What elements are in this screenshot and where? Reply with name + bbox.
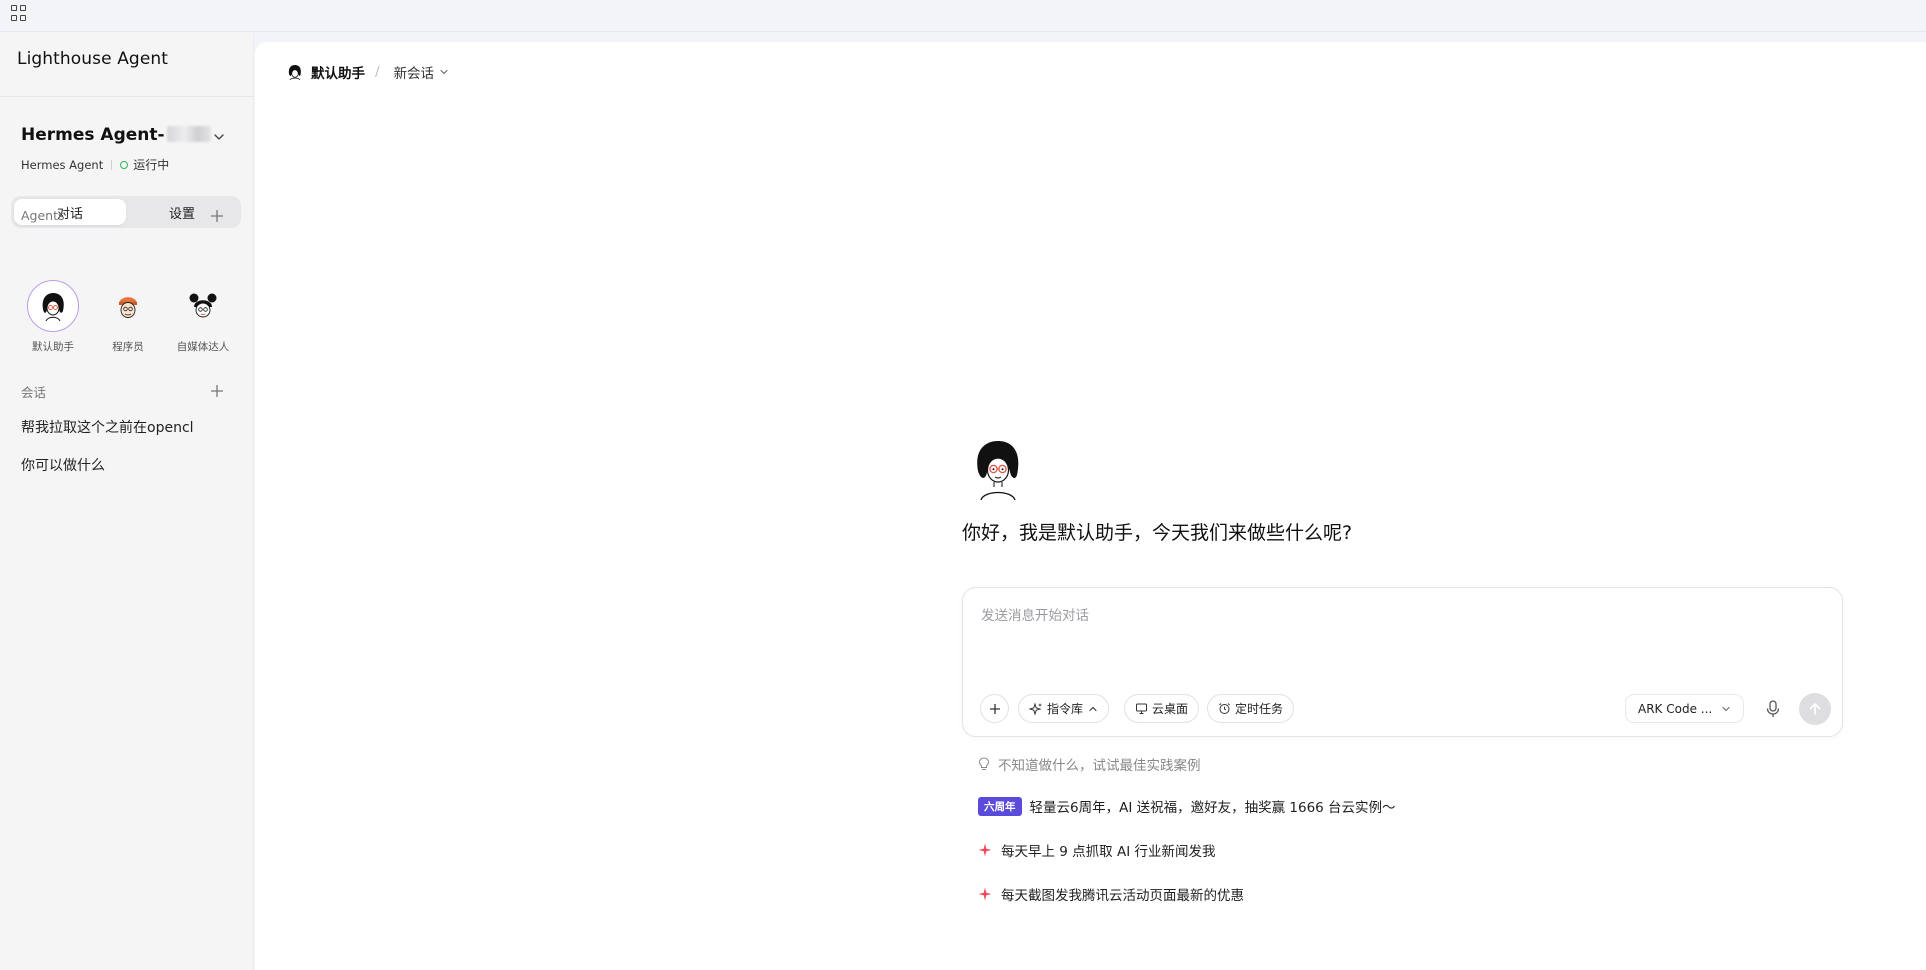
instance-type: Hermes Agent xyxy=(21,157,104,172)
cloud-desktop-button[interactable]: 云桌面 xyxy=(1124,694,1200,723)
message-input[interactable] xyxy=(981,604,1821,664)
suggestion-tip: 不知道做什么，试试最佳实践案例 xyxy=(978,754,1201,774)
conversation-item[interactable]: 你可以做什么 xyxy=(21,455,241,475)
assistant-hero-avatar-icon xyxy=(977,441,1019,501)
message-composer: 指令库 云桌面 定时任务 ARK Code ... xyxy=(962,587,1843,737)
greeting-text: 你好，我是默认助手，今天我们来做些什么呢? xyxy=(962,522,1353,544)
send-button[interactable] xyxy=(1799,693,1831,725)
monitor-icon xyxy=(1136,703,1147,714)
instance-meta: Hermes Agent 运行中 xyxy=(21,156,169,173)
avatar-programmer-beanie-icon xyxy=(102,280,154,332)
chevron-up-icon xyxy=(1089,706,1097,711)
suggestion-item[interactable]: 每天早上 9 点抓取 AI 行业新闻发我 xyxy=(978,840,1215,860)
breadcrumb-separator: / xyxy=(375,64,380,80)
chevron-down-icon xyxy=(440,69,448,75)
suggestion-item[interactable]: 每天截图发我腾讯云活动页面最新的优惠 xyxy=(978,884,1244,904)
agent-label: 默认助手 xyxy=(32,341,74,353)
agent-default-assistant[interactable]: 默认助手 xyxy=(18,280,88,354)
agent-label: 程序员 xyxy=(112,341,144,353)
scheduled-task-label: 定时任务 xyxy=(1235,702,1284,716)
agent-label: 自媒体达人 xyxy=(176,341,230,353)
anniversary-badge: 六周年 xyxy=(978,796,1022,816)
scheduled-task-button[interactable]: 定时任务 xyxy=(1207,694,1295,723)
agent-media-creator[interactable]: 自媒体达人 xyxy=(168,280,238,354)
assistant-avatar-icon xyxy=(288,65,301,81)
main-panel: 默认助手 / 新会话 你好，我是默认助手，今天我们来做些什么呢? 发送消息开始对… xyxy=(255,42,1926,970)
breadcrumb-assistant-label: 默认助手 xyxy=(311,66,365,82)
suggestion-text: 每天截图发我腾讯云活动页面最新的优惠 xyxy=(1001,888,1244,904)
suggestion-text: 每天早上 9 点抓取 AI 行业新闻发我 xyxy=(1001,844,1216,860)
meta-separator xyxy=(111,159,113,170)
add-agent-icon[interactable] xyxy=(210,209,224,223)
session-selector[interactable]: 新会话 xyxy=(394,62,450,82)
brand-title: Lighthouse Agent xyxy=(17,49,169,69)
instance-status: 运行中 xyxy=(133,158,170,172)
lightbulb-icon xyxy=(978,757,990,770)
add-conversation-icon[interactable] xyxy=(210,384,224,398)
sparkles-icon xyxy=(1029,701,1042,716)
plus-icon xyxy=(989,703,1000,714)
chevron-down-icon xyxy=(1722,706,1730,711)
conversations-section-title: 会话 xyxy=(21,385,47,400)
model-label: ARK Code ... xyxy=(1638,701,1713,716)
sparkle-icon xyxy=(978,843,992,857)
avatar-woman-glasses-icon xyxy=(27,280,79,332)
sidebar-divider xyxy=(0,96,254,97)
microphone-icon[interactable] xyxy=(1763,699,1783,719)
model-selector[interactable]: ARK Code ... xyxy=(1625,694,1744,723)
apps-grid-icon[interactable] xyxy=(11,5,27,21)
avatar-girl-buns-icon xyxy=(177,280,229,332)
conversation-item[interactable]: 帮我拉取这个之前在opencl xyxy=(21,417,241,437)
breadcrumb: 默认助手 / 新会话 xyxy=(286,62,449,82)
command-library-label: 指令库 xyxy=(1047,702,1084,716)
redacted-instance-id xyxy=(166,126,211,142)
attach-button[interactable] xyxy=(980,694,1009,723)
agent-list: 默认助手 程序员 自媒体达人 xyxy=(18,280,238,354)
agents-section-title: Agents xyxy=(21,208,65,223)
command-library-button[interactable]: 指令库 xyxy=(1018,694,1110,723)
suggestion-item[interactable]: 六周年 轻量云6周年，AI 送祝福，邀好友，抽奖赢 1666 台云实例～ xyxy=(978,796,1396,816)
suggestion-text: 轻量云6周年，AI 送祝福，邀好友，抽奖赢 1666 台云实例～ xyxy=(1029,800,1396,816)
suggestion-tip-text: 不知道做什么，试试最佳实践案例 xyxy=(998,758,1201,774)
instance-name[interactable]: Hermes Agent- xyxy=(21,125,211,145)
agent-programmer[interactable]: 程序员 xyxy=(93,280,163,354)
arrow-up-icon xyxy=(1809,703,1821,715)
breadcrumb-assistant[interactable]: 默认助手 xyxy=(286,62,365,82)
cloud-desktop-label: 云桌面 xyxy=(1152,702,1189,716)
chevron-down-icon[interactable] xyxy=(212,130,226,144)
session-label: 新会话 xyxy=(393,66,435,82)
instance-name-text: Hermes Agent- xyxy=(21,125,165,145)
status-dot-icon xyxy=(120,160,129,169)
sidebar: Lighthouse Agent Hermes Agent- Hermes Ag… xyxy=(0,33,254,970)
alarm-clock-icon xyxy=(1219,703,1230,714)
sparkle-icon xyxy=(978,887,992,901)
top-bar xyxy=(0,0,1926,32)
